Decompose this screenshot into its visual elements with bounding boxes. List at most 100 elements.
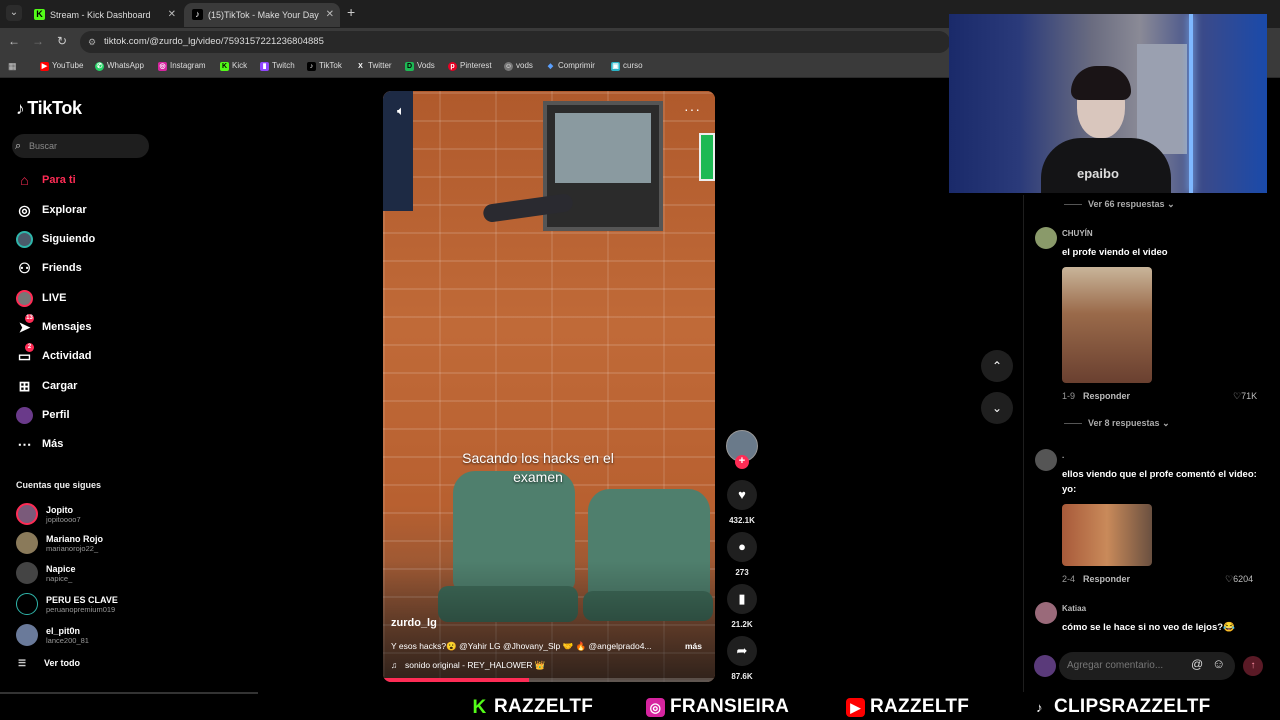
- nav-para-ti[interactable]: ⌂ Para ti: [16, 170, 156, 190]
- tab-tiktok[interactable]: ♪ (15)TikTok - Make Your Day ✕: [184, 3, 340, 27]
- bookmark-instagram[interactable]: ◎ Instagram: [158, 61, 206, 71]
- like-count: 432.1K: [729, 516, 755, 525]
- stream-socials-footer: K RAZZELTF ◎ FRANSIEIRA ▶ RAZZELTF ♪ CLIPSRA…: [0, 692, 1280, 720]
- nav-siguiendo[interactable]: Siguiendo: [16, 229, 156, 249]
- bookmark-tiktok[interactable]: ♪ TikTok: [307, 61, 342, 71]
- following-avatar-icon: [16, 231, 33, 248]
- avatar[interactable]: [1035, 227, 1057, 249]
- tiktok-note-icon: ♪: [16, 99, 25, 118]
- nav-mensajes[interactable]: ➤ 13 Mensajes: [16, 314, 156, 337]
- volume-icon[interactable]: 🔈︎: [397, 103, 405, 119]
- description-more-button[interactable]: más: [685, 641, 702, 651]
- share-arrow-icon: ➦: [736, 643, 748, 658]
- video-description: Y esos hacks?😮 @Yahir LG @Jhovany_Slp 🤝 …: [391, 641, 652, 651]
- following-account[interactable]: PERU ES CLAVE peruanopremium019: [16, 593, 156, 617]
- nav-live[interactable]: LIVE: [16, 288, 156, 308]
- previous-video-button[interactable]: ⌃: [981, 350, 1013, 382]
- bookmark-pinterest[interactable]: p Pinterest: [448, 61, 492, 71]
- comment-input[interactable]: Agregar comentario...: [1059, 652, 1235, 680]
- send-comment-button[interactable]: ↑: [1243, 656, 1263, 676]
- comment-author[interactable]: Katiaa: [1062, 604, 1086, 613]
- following-account[interactable]: Jopito jopitoooo7: [16, 503, 156, 527]
- bookmark-vods-2[interactable]: ☺ vods: [504, 61, 533, 71]
- following-account[interactable]: Napice napice_: [16, 562, 156, 586]
- video-player[interactable]: 🔈︎ ··· Sacando los hacks en el examen zu…: [383, 91, 715, 682]
- avatar: [16, 532, 38, 554]
- close-tab-icon[interactable]: ✕: [168, 3, 176, 27]
- reply-button[interactable]: Responder: [1083, 574, 1130, 584]
- apps-grid-icon[interactable]: ▦: [8, 61, 18, 71]
- search-input[interactable]: ⌕ Buscar: [12, 134, 149, 158]
- like-button[interactable]: ♥: [727, 480, 757, 510]
- comment-reaction-image[interactable]: [1062, 504, 1152, 566]
- social-kick: K RAZZELTF: [470, 696, 593, 718]
- instagram-icon: ◎: [646, 698, 665, 717]
- nav-mas[interactable]: ⋯ Más: [16, 434, 156, 454]
- whatsapp-icon: ✆: [95, 62, 104, 71]
- site-info-icon[interactable]: ⚙: [88, 31, 96, 53]
- save-button[interactable]: ▮: [727, 584, 757, 614]
- reload-icon[interactable]: ↻: [54, 34, 70, 48]
- webcam-led-strip: [1189, 14, 1193, 193]
- nav-explorar[interactable]: ◎ Explorar: [16, 200, 156, 220]
- next-video-button[interactable]: ⌄: [981, 392, 1013, 424]
- back-icon[interactable]: ←: [6, 34, 22, 48]
- new-tab-button[interactable]: +: [347, 4, 355, 20]
- video-author[interactable]: zurdo_lg: [391, 617, 437, 629]
- nav-friends[interactable]: ⚇ Friends: [16, 258, 156, 278]
- avatar: [16, 503, 38, 525]
- forward-icon[interactable]: →: [30, 34, 46, 48]
- comment-like[interactable]: ♡6204: [1225, 574, 1253, 585]
- comment-reaction-image[interactable]: [1062, 267, 1152, 383]
- current-user-avatar: [1034, 655, 1056, 677]
- share-button[interactable]: ➦: [727, 636, 757, 666]
- tab-kick-dashboard[interactable]: K Stream - Kick Dashboard ✕: [26, 3, 182, 27]
- comment-like[interactable]: ♡71K: [1233, 391, 1257, 402]
- profile-avatar-icon: [16, 407, 33, 424]
- comment-date: 2-4: [1062, 574, 1076, 584]
- emoji-icon[interactable]: ☺: [1212, 656, 1225, 671]
- following-account[interactable]: Mariano Rojo marianorojo22_: [16, 532, 156, 556]
- compass-icon: ◎: [18, 202, 31, 218]
- bookmark-vods[interactable]: D Vods: [405, 61, 435, 71]
- chevron-down-icon: ⌄: [991, 401, 1003, 415]
- mention-icon[interactable]: @: [1191, 657, 1203, 671]
- kick-icon: K: [472, 697, 487, 718]
- tiktok-logo[interactable]: ♪ TikTok: [16, 98, 82, 119]
- nav-perfil[interactable]: Perfil: [16, 405, 156, 425]
- twitter-x-icon: X: [358, 63, 363, 70]
- see-all-button[interactable]: ☰ Ver todo: [16, 658, 80, 668]
- bookmark-comprimir[interactable]: ◆ Comprimir: [546, 61, 595, 70]
- tab-search-button[interactable]: ⌄: [6, 5, 22, 21]
- view-replies-button[interactable]: Ver 66 respuestas ⌄: [1064, 199, 1175, 210]
- bookmark-youtube[interactable]: ▶ YouTube: [40, 61, 83, 71]
- kick-icon: K: [220, 62, 229, 71]
- pinterest-icon: p: [448, 62, 457, 71]
- avatar[interactable]: [1035, 602, 1057, 624]
- close-tab-icon[interactable]: ✕: [326, 3, 334, 27]
- following-account[interactable]: el_pit0n lance200_81: [16, 624, 156, 648]
- tiktok-sidebar: ♪ TikTok ⌕ Buscar ⌂ Para ti ◎ Explorar Si…: [0, 80, 160, 692]
- bookmark-twitch[interactable]: ▮ Twitch: [260, 61, 295, 71]
- video-progress-bar[interactable]: [383, 678, 715, 682]
- bookmark-kick[interactable]: K Kick: [220, 61, 247, 71]
- comment-button[interactable]: ●: [727, 532, 757, 562]
- bookmark-twitter[interactable]: X Twitter: [356, 61, 391, 70]
- video-sound[interactable]: ♫ sonido original - REY_HALOWER 👑: [391, 660, 546, 671]
- bookmark-curso[interactable]: ▣ curso: [611, 61, 643, 71]
- bookmark-whatsapp[interactable]: ✆ WhatsApp: [95, 61, 144, 71]
- following-title: Cuentas que sigues: [16, 480, 102, 490]
- comment-author[interactable]: .: [1062, 451, 1064, 460]
- view-replies-button[interactable]: Ver 8 respuestas ⌄: [1064, 418, 1170, 429]
- comment-author[interactable]: CHUYÍN: [1062, 229, 1093, 238]
- address-bar[interactable]: ⚙ tiktok.com/@zurdo_lg/video/75931572212…: [80, 31, 950, 53]
- avatar[interactable]: [1035, 449, 1057, 471]
- reply-button[interactable]: Responder: [1083, 391, 1130, 401]
- search-icon: ⌕: [15, 140, 22, 152]
- nav-actividad[interactable]: ▭ 2 Actividad: [16, 343, 156, 366]
- webcam-overlay: epaibo: [949, 14, 1267, 193]
- follow-plus-icon[interactable]: +: [735, 455, 749, 469]
- more-options-icon[interactable]: ···: [684, 101, 701, 117]
- nav-cargar[interactable]: ⊞ Cargar: [16, 376, 156, 396]
- comment-text: el profe viendo el video: [1062, 247, 1168, 258]
